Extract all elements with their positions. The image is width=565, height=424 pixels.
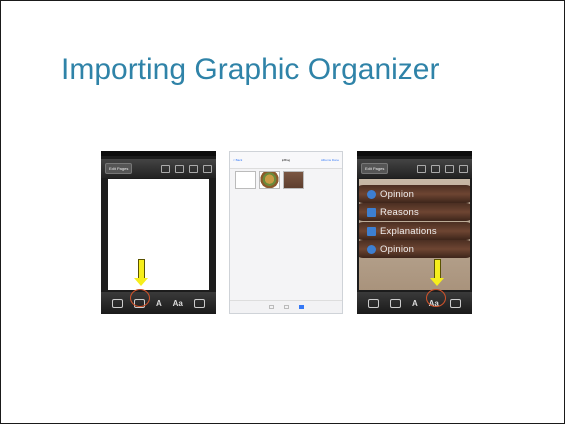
circle-icon: [367, 244, 376, 254]
albums-done-buttons[interactable]: Albums Done: [321, 158, 339, 162]
bottom-toolbar: A Aa: [357, 292, 472, 314]
redo-icon[interactable]: [175, 164, 184, 173]
thumbnail-opinion-organizer[interactable]: [283, 171, 304, 189]
circle-icon: [367, 189, 376, 199]
square-r-icon: [367, 207, 376, 217]
organizer-band: Opinion: [359, 185, 470, 203]
band-label: Opinion: [380, 188, 415, 200]
share-icon[interactable]: [189, 164, 198, 173]
status-bar: [357, 151, 472, 156]
toolbar-icons: [417, 164, 468, 173]
text-tool-icon[interactable]: A: [412, 299, 418, 308]
edit-pages-button[interactable]: Edit Pages: [105, 163, 133, 174]
bottom-toolbar: A Aa: [101, 292, 216, 314]
photo-library-icon[interactable]: [390, 298, 402, 308]
pen-icon[interactable]: [449, 298, 461, 308]
band-label: Reasons: [380, 206, 419, 218]
highlight-circle: [130, 289, 150, 307]
organizer-band: Opinion: [359, 240, 470, 258]
thumbnail-hamburger-organizer[interactable]: [259, 171, 280, 189]
edit-pages-button[interactable]: Edit Pages: [361, 163, 389, 174]
square-e-icon: [367, 226, 376, 236]
screenshot-drawing-app-blank: Edit Pages A Aa: [101, 151, 216, 314]
camera-icon[interactable]: [368, 298, 380, 308]
undo-icon[interactable]: [417, 164, 426, 173]
top-toolbar: Edit Pages: [357, 159, 472, 178]
text-tool-icon[interactable]: A: [156, 299, 162, 308]
undo-icon[interactable]: [161, 164, 170, 173]
pen-icon[interactable]: [193, 298, 205, 308]
tab-albums-icon[interactable]: [298, 305, 304, 309]
blank-canvas[interactable]: [108, 179, 209, 290]
toolbar-icons: [161, 164, 212, 173]
screenshot-photo-picker: < Back ipBlog Albums Done: [229, 151, 343, 314]
tab-shared-icon[interactable]: [283, 305, 289, 309]
add-page-icon[interactable]: [459, 164, 468, 173]
tab-photos-icon[interactable]: [268, 305, 274, 309]
slide-title: Importing Graphic Organizer: [61, 53, 440, 86]
organizer-band: Explanations: [359, 222, 470, 240]
thumbnail-graphic-organizer-blank[interactable]: [235, 171, 256, 189]
band-label: Opinion: [380, 243, 415, 255]
band-label: Explanations: [380, 225, 437, 237]
status-bar: [101, 151, 216, 156]
highlight-circle: [426, 289, 446, 307]
camera-icon[interactable]: [112, 298, 124, 308]
slide: Importing Graphic Organizer Edit Pages A…: [0, 0, 565, 424]
screenshot-drawing-app-with-image: Edit Pages Opinion Reasons Explanations: [357, 151, 472, 314]
imported-organizer-image[interactable]: Opinion Reasons Explanations Opinion: [359, 179, 470, 290]
redo-icon[interactable]: [431, 164, 440, 173]
top-toolbar: Edit Pages: [101, 159, 216, 178]
add-page-icon[interactable]: [203, 164, 212, 173]
picker-nav-bar: < Back ipBlog Albums Done: [230, 152, 342, 169]
organizer-band: Reasons: [359, 203, 470, 221]
share-icon[interactable]: [445, 164, 454, 173]
picker-tab-bar: [230, 300, 342, 313]
font-tool-button[interactable]: Aa: [173, 299, 183, 308]
